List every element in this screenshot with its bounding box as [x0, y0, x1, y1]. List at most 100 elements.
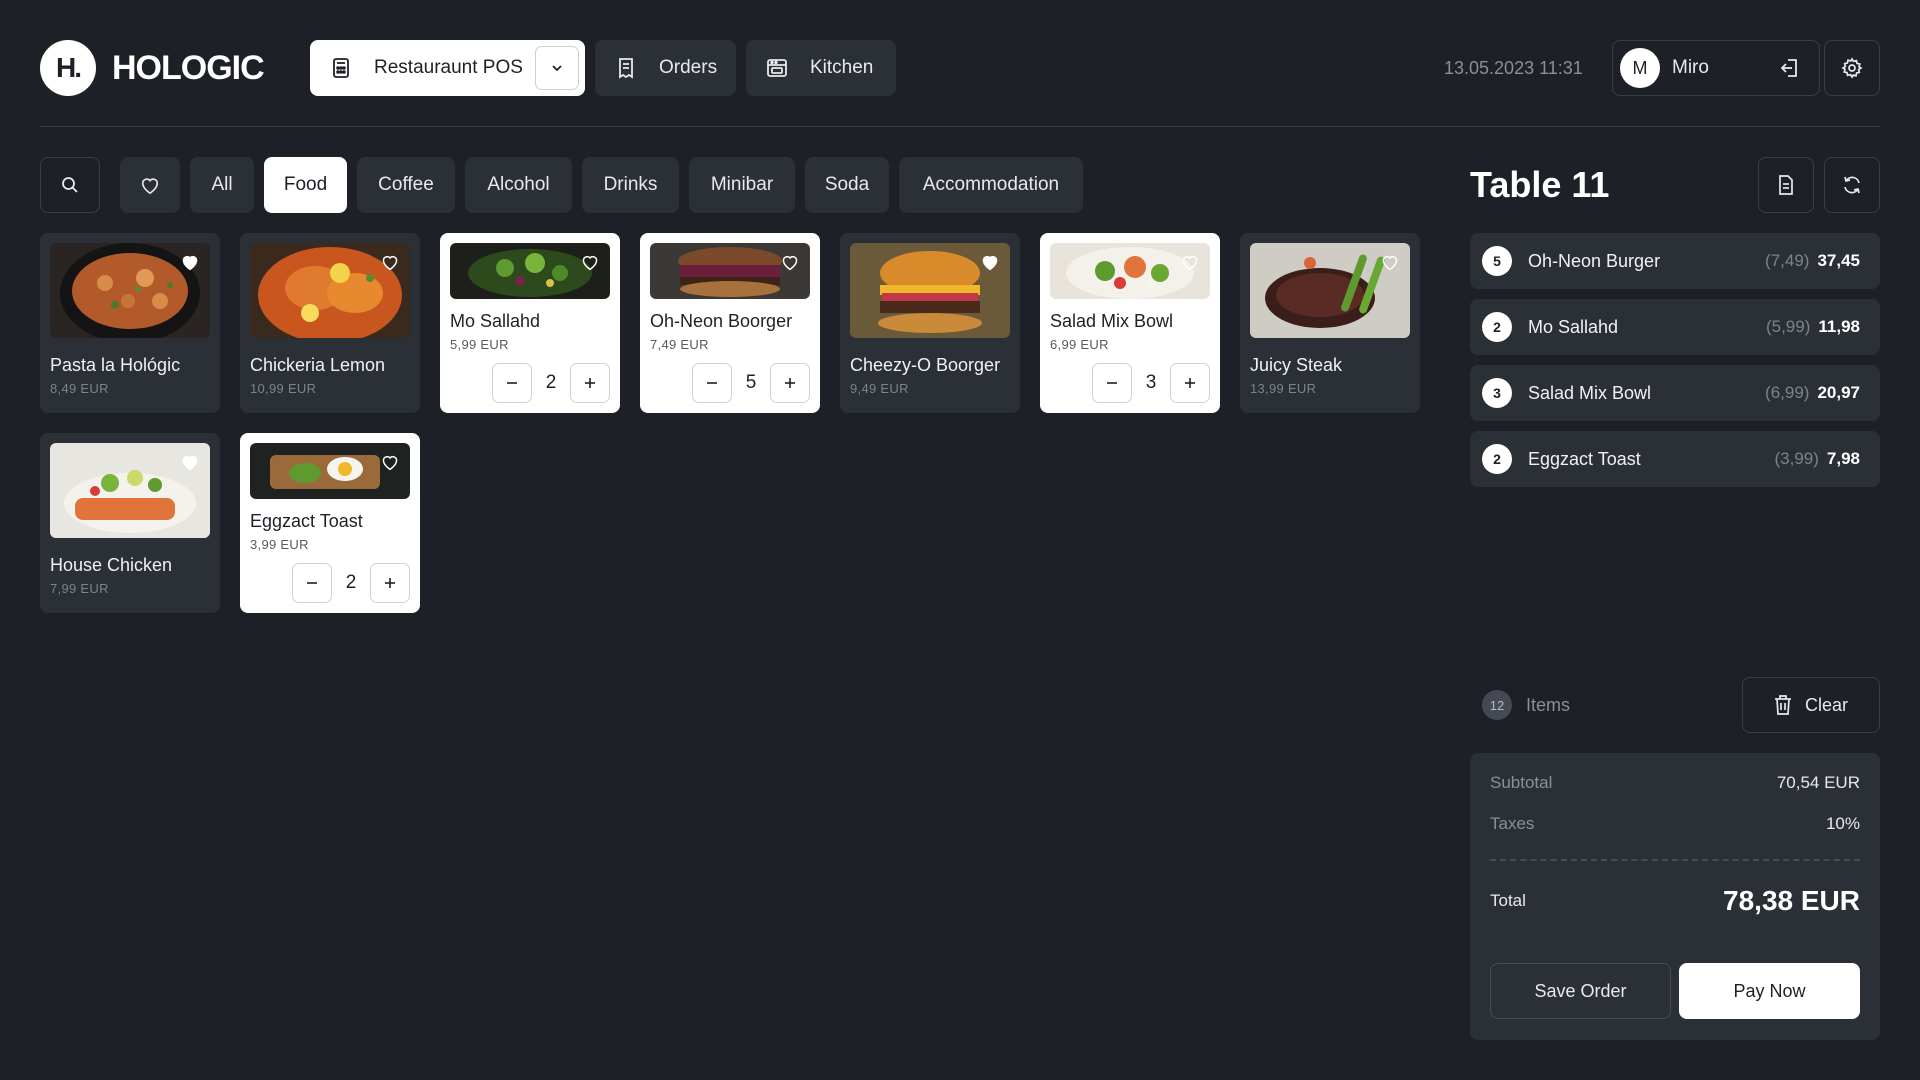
- order-item-qty: 2: [1482, 312, 1512, 342]
- total-row: Total 78,38 EUR: [1490, 885, 1860, 917]
- items-label: Items: [1526, 695, 1571, 715]
- pay-now-button[interactable]: Pay Now: [1679, 963, 1860, 1019]
- order-item[interactable]: 2 Mo Sallahd (5,99) 11,98: [1470, 299, 1880, 355]
- category-food[interactable]: Food: [264, 157, 347, 213]
- burger-photo: [650, 243, 810, 299]
- total-label: Total: [1490, 891, 1526, 910]
- order-item-total: 20,97: [1817, 383, 1860, 402]
- product-price: 7,49 EUR: [650, 337, 709, 352]
- chevron-down-icon[interactable]: [535, 46, 579, 90]
- product-price: 5,99 EUR: [450, 337, 509, 352]
- order-item[interactable]: 5 Oh-Neon Burger (7,49) 37,45: [1470, 233, 1880, 289]
- avatar: M: [1620, 48, 1660, 88]
- product-card[interactable]: Juicy Steak 13,99 EUR: [1240, 233, 1420, 413]
- decrement-button[interactable]: [692, 363, 732, 403]
- product-card[interactable]: Eggzact Toast 3,99 EUR 2: [240, 433, 420, 613]
- taxes-value: 10%: [1825, 814, 1860, 833]
- product-card[interactable]: Cheezy-O Boorger 9,49 EUR: [840, 233, 1020, 413]
- favorite-heart-icon[interactable]: [980, 253, 1000, 271]
- favorite-heart-icon[interactable]: [380, 253, 400, 271]
- category-all[interactable]: All: [190, 157, 254, 213]
- decrement-button[interactable]: [1092, 363, 1132, 403]
- favorite-heart-icon[interactable]: [580, 253, 600, 271]
- oven-icon: [766, 57, 788, 79]
- product-name: Salad Mix Bowl: [1050, 311, 1174, 331]
- quantity-value: 3: [1145, 372, 1157, 393]
- summary-divider: [1490, 859, 1860, 861]
- document-icon: [1776, 174, 1796, 196]
- increment-button[interactable]: [1169, 363, 1210, 403]
- category-minibar[interactable]: Minibar: [689, 157, 795, 213]
- favorite-heart-icon[interactable]: [780, 253, 800, 271]
- order-item-name: Eggzact Toast: [1528, 448, 1641, 469]
- product-price: 10,99 EUR: [250, 381, 317, 396]
- order-item-name: Mo Sallahd: [1528, 316, 1619, 337]
- order-item[interactable]: 2 Eggzact Toast (3,99) 7,98: [1470, 431, 1880, 487]
- order-item-qty: 3: [1482, 378, 1512, 408]
- category-drinks[interactable]: Drinks: [582, 157, 679, 213]
- favorite-heart-icon[interactable]: [1180, 253, 1200, 271]
- order-item[interactable]: 3 Salad Mix Bowl (6,99) 20,97: [1470, 365, 1880, 421]
- favorite-heart-icon[interactable]: [1380, 253, 1400, 271]
- taxes-label: Taxes: [1490, 814, 1535, 833]
- register-icon: [330, 57, 352, 79]
- total-value: 78,38 EUR: [1723, 885, 1860, 916]
- quantity-stepper: 5: [692, 363, 810, 403]
- order-item-total: 37,45: [1817, 251, 1860, 270]
- order-item-total: 11,98: [1818, 317, 1860, 336]
- increment-button[interactable]: [769, 363, 810, 403]
- order-item-unit-price: (7,49): [1765, 251, 1810, 270]
- product-card[interactable]: Salad Mix Bowl 6,99 EUR 3: [1040, 233, 1220, 413]
- search-button[interactable]: [40, 157, 100, 213]
- product-price: 3,99 EUR: [250, 537, 309, 552]
- quantity-value: 2: [545, 372, 557, 393]
- order-item-total: 7,98: [1826, 449, 1860, 468]
- table-title: Table 11: [1470, 164, 1610, 205]
- product-price: 6,99 EUR: [1050, 337, 1109, 352]
- settings-button[interactable]: [1824, 40, 1880, 96]
- product-card[interactable]: House Chicken 7,99 EUR: [40, 433, 220, 613]
- category-accommodation[interactable]: Accommodation: [899, 157, 1083, 213]
- favorite-heart-icon[interactable]: [180, 253, 200, 271]
- header-divider: [40, 126, 1880, 127]
- refresh-button[interactable]: [1824, 157, 1880, 213]
- quantity-value: 5: [745, 372, 757, 393]
- clear-button[interactable]: Clear: [1742, 677, 1880, 733]
- logout-icon[interactable]: [1779, 57, 1801, 79]
- save-order-button[interactable]: Save Order: [1490, 963, 1671, 1019]
- subtotal-value: 70,54 EUR: [1776, 773, 1860, 792]
- orders-button[interactable]: Orders: [595, 40, 736, 96]
- favorites-filter-button[interactable]: [120, 157, 180, 213]
- kitchen-button[interactable]: Kitchen: [746, 40, 896, 96]
- product-card[interactable]: Mo Sallahd 5,99 EUR 2: [440, 233, 620, 413]
- order-summary: Subtotal 70,54 EUR Taxes 10% Total 78,38…: [1470, 753, 1880, 1040]
- quantity-stepper: 2: [492, 363, 610, 403]
- decrement-button[interactable]: [492, 363, 532, 403]
- decrement-button[interactable]: [292, 563, 332, 603]
- taxes-row: Taxes 10%: [1490, 814, 1860, 834]
- restaurant-pos-button[interactable]: Restauraunt POS: [310, 40, 585, 96]
- category-alcohol[interactable]: Alcohol: [465, 157, 572, 213]
- user-name: Miro: [1672, 57, 1709, 78]
- print-bill-button[interactable]: [1758, 157, 1814, 213]
- product-card[interactable]: Chickeria Lemon 10,99 EUR: [240, 233, 420, 413]
- increment-button[interactable]: [369, 563, 410, 603]
- product-card[interactable]: Pasta la Hológic 8,49 EUR: [40, 233, 220, 413]
- favorite-heart-icon[interactable]: [180, 453, 200, 471]
- logo-text: HOLOGIC: [112, 49, 265, 87]
- heart-icon: [139, 175, 161, 195]
- product-price: 13,99 EUR: [1250, 381, 1317, 396]
- trash-icon: [1775, 695, 1791, 715]
- quantity-stepper: 2: [292, 563, 410, 603]
- egg-toast-photo: [250, 443, 410, 499]
- product-card[interactable]: Oh-Neon Boorger 7,49 EUR 5: [640, 233, 820, 413]
- gear-icon: [1841, 57, 1863, 79]
- category-coffee[interactable]: Coffee: [357, 157, 455, 213]
- category-soda[interactable]: Soda: [805, 157, 889, 213]
- increment-button[interactable]: [569, 363, 610, 403]
- favorite-heart-icon[interactable]: [380, 453, 400, 471]
- orders-label: Orders: [659, 57, 718, 78]
- user-menu[interactable]: M Miro: [1612, 40, 1820, 96]
- product-name: Cheezy-O Boorger: [850, 355, 1001, 375]
- product-name: House Chicken: [50, 555, 173, 575]
